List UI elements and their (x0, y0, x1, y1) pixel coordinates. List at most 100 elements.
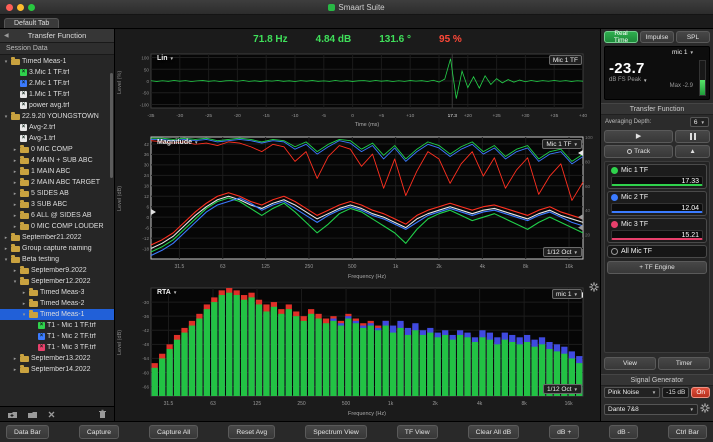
disclosure-open-icon[interactable]: ▾ (21, 312, 27, 318)
impulse-mode-button[interactable]: Impulse (640, 31, 674, 43)
rta-mode-dropdown[interactable]: RTA ▼ (157, 289, 177, 296)
tf-measurement-all-mic-tf[interactable]: All Mic TF (607, 245, 707, 258)
tree-folder-22-9-20-youngstown[interactable]: ▾ 22.9.20 YOUNGSTOWN (0, 111, 114, 122)
collapse-sidebar-icon[interactable]: ◀ (4, 32, 9, 39)
open-folder-button[interactable] (27, 410, 38, 419)
trace-color-dot[interactable] (611, 167, 618, 174)
disclosure-closed-icon[interactable]: ▸ (12, 180, 18, 186)
disclosure-closed-icon[interactable]: ▸ (12, 356, 18, 362)
magnitude-mode-dropdown[interactable]: Magnitude ▼ (157, 139, 198, 146)
bar-button-data-bar[interactable]: Data Bar (6, 425, 49, 439)
disclosure-closed-icon[interactable]: ▸ (3, 246, 9, 252)
disclosure-closed-icon[interactable]: ▸ (12, 367, 18, 373)
disclosure-closed-icon[interactable]: ▸ (12, 191, 18, 197)
bar-button-reset-avg[interactable]: Reset Avg (228, 425, 276, 439)
magnitude-trace-chip[interactable]: Mic 1 TF ▼ (542, 139, 582, 149)
bar-button-capture-all[interactable]: Capture All (149, 425, 199, 439)
tree-folder-6-all-sides-ab[interactable]: ▸ 6 ALL @ SIDES AB (0, 210, 114, 221)
generator-settings-gear-icon[interactable] (700, 400, 710, 418)
pause-button[interactable] (675, 130, 710, 143)
tree-file-t1-mic-2-tf-trf[interactable]: × T1 - Mic 2 TF.trf (0, 331, 114, 342)
tree-folder-4-main-sub-abc[interactable]: ▸ 4 MAIN + SUB ABC (0, 155, 114, 166)
tree-folder-timed-meas-2[interactable]: ▸ Timed Meas-2 (0, 298, 114, 309)
tree-folder-0-mic-comp-louder[interactable]: ▸ 0 MIC COMP LOUDER (0, 221, 114, 232)
tree-folder-september12-2022[interactable]: ▾ September12.2022 (0, 276, 114, 287)
meter-source-dropdown[interactable]: mic 1 ▼ (672, 49, 694, 56)
tree-folder-september13-2022[interactable]: ▸ September13.2022 (0, 353, 114, 364)
tree-folder-3-sub-abc[interactable]: ▸ 3 SUB ABC (0, 199, 114, 210)
disclosure-closed-icon[interactable]: ▸ (21, 301, 27, 307)
session-data-header[interactable]: Session Data (0, 43, 114, 55)
live-ir-plot[interactable]: Level (%) 100 50 0 -50 -100 -35 -30 -25 -20 -15 -1… (115, 51, 600, 131)
plot-settings-gear-icon[interactable] (577, 282, 599, 292)
spl-mode-button[interactable]: SPL (676, 31, 710, 43)
bar-button-ctrl-bar[interactable]: Ctrl Bar (667, 425, 707, 439)
disclosure-open-icon[interactable]: ▾ (3, 257, 9, 263)
bar-button-tf-view[interactable]: TF View (396, 425, 438, 439)
trash-button[interactable] (98, 409, 107, 419)
generator-on-button[interactable]: On (691, 387, 710, 398)
tree-folder-timed-meas-3[interactable]: ▸ Timed Meas-3 (0, 287, 114, 298)
view-button[interactable]: View (604, 357, 656, 370)
tree-file-power-avg-trf[interactable]: × power avg.trf (0, 100, 114, 111)
disclosure-closed-icon[interactable]: ▸ (12, 169, 18, 175)
magnitude-octave-badge[interactable]: 1/12 Oct ▼ (542, 247, 582, 257)
tf-measurement-mic-1-tf[interactable]: Mic 1 TF 17.33 (607, 164, 707, 189)
disclosure-closed-icon[interactable]: ▸ (3, 235, 9, 241)
tree-file-1-mic-1-tf-trf[interactable]: × 1.Mic 1 TF.trf (0, 89, 114, 100)
magnitude-canvas[interactable]: 31.5 63 125 250 500 1k 2k 4k 8k 16k42363024181260… (127, 134, 597, 282)
new-folder-button[interactable] (7, 410, 18, 419)
timer-button[interactable]: Timer (658, 357, 710, 370)
tree-file-avg-2-trf[interactable]: × Avg-2.trf (0, 122, 114, 133)
disclosure-closed-icon[interactable]: ▸ (21, 290, 27, 296)
disclosure-open-icon[interactable]: ▾ (12, 279, 18, 285)
bar-button-db[interactable]: dB - (609, 425, 638, 439)
tree-folder-0-mic-comp[interactable]: ▸ 0 MIC COMP (0, 144, 114, 155)
tree-folder-september9-2022[interactable]: ▸ September9.2022 (0, 265, 114, 276)
rta-canvas[interactable]: 31.5 63 125 250 500 1k 2k 4k 8k 16k -30 -36 -42 -48 -5… (127, 285, 597, 419)
disclosure-open-icon[interactable]: ▾ (3, 59, 9, 65)
generator-level-value[interactable]: -15 dB (662, 387, 690, 398)
bar-button-db[interactable]: dB + (549, 425, 580, 439)
tf-measurement-mic-2-tf[interactable]: Mic 2 TF 12.04 (607, 191, 707, 216)
generator-output-dropdown[interactable]: Dante 7&8 ▼ (604, 403, 698, 415)
tree-folder-september21-2022[interactable]: ▸ September21.2022 (0, 232, 114, 243)
tree-folder-5-sides-ab[interactable]: ▸ 5 SIDES AB (0, 188, 114, 199)
bar-button-spectrum-view[interactable]: Spectrum View (305, 425, 367, 439)
ir-mode-dropdown[interactable]: Lin ▼ (157, 55, 174, 62)
averaging-depth-dropdown[interactable]: 6 ▼ (689, 117, 709, 127)
disclosure-open-icon[interactable]: ▾ (3, 114, 9, 120)
disclosure-closed-icon[interactable]: ▸ (12, 213, 18, 219)
disclosure-closed-icon[interactable]: ▸ (12, 158, 18, 164)
tree-folder-beta-testing[interactable]: ▾ Beta testing (0, 254, 114, 265)
close-window-button[interactable] (6, 3, 13, 11)
tree-folder-timed-meas-1[interactable]: ▾ Timed Meas-1 (0, 309, 114, 320)
tree-file-t1-mic-1-tf-trf[interactable]: × T1 - Mic 1 TF.trf (0, 320, 114, 331)
tree-folder-timed-meas-1[interactable]: ▾ Timed Meas-1 (0, 56, 114, 67)
eject-button[interactable]: ▲ (675, 145, 710, 158)
real-time-mode-button[interactable]: Real Time (604, 30, 638, 44)
ir-trace-chip[interactable]: Mic 1 TF (548, 55, 582, 65)
disclosure-closed-icon[interactable]: ▸ (12, 268, 18, 274)
tf-measurement-mic-3-tf[interactable]: Mic 3 TF 15.21 (607, 218, 707, 243)
tab-default[interactable]: Default Tab (4, 18, 60, 28)
trace-color-dot[interactable] (611, 221, 618, 228)
tree-file-3-mic-1-tf-trf[interactable]: × 3.Mic 1 TF.trf (0, 67, 114, 78)
rta-plot[interactable]: Level (dB) 31.5 63 125 250 500 1k 2k 4k 8k 16k -30… (115, 282, 600, 419)
tree-folder-1-main-abc[interactable]: ▸ 1 MAIN ABC (0, 166, 114, 177)
sidebar-scrollbar[interactable] (110, 73, 113, 178)
rta-octave-badge[interactable]: 1/12 Oct ▼ (542, 384, 582, 394)
remove-item-button[interactable] (47, 410, 56, 419)
bar-button-capture[interactable]: Capture (78, 425, 120, 439)
tree-folder-2-main-abc-target[interactable]: ▸ 2 MAIN ABC TARGET (0, 177, 114, 188)
track-button[interactable]: Track (604, 145, 674, 158)
trace-color-dot[interactable] (611, 194, 618, 201)
tree-folder-group-capture-naming[interactable]: ▸ Group capture naming (0, 243, 114, 254)
play-button[interactable]: ▶ (604, 130, 674, 143)
trace-color-dot[interactable] (611, 248, 618, 255)
zoom-window-button[interactable] (28, 3, 35, 11)
generator-source-dropdown[interactable]: Pink Noise ▼ (604, 387, 661, 398)
tree-file-t1-mic-3-tf-trf[interactable]: × T1 - Mic 3 TF.trf (0, 342, 114, 353)
add-tf-engine-button[interactable]: + TF Engine (607, 261, 707, 274)
tree-file-avg-1-trf[interactable]: × Avg-1.trf (0, 133, 114, 144)
